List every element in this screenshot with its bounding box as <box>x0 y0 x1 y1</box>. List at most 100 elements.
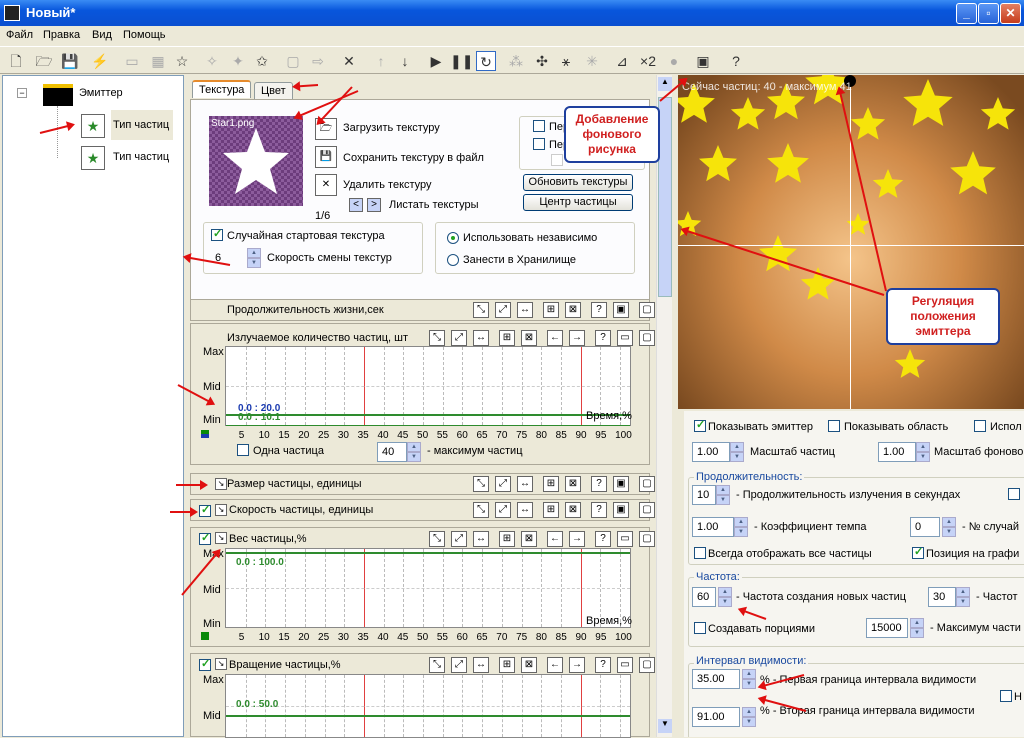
menu-help[interactable]: Помощь <box>123 29 166 41</box>
path-icon[interactable]: ✳ <box>582 51 602 71</box>
chart-icon[interactable]: ⊿ <box>612 51 632 71</box>
section-tool-icon[interactable]: ? <box>591 302 607 318</box>
section-tool-icon[interactable]: ⊞ <box>543 502 559 518</box>
emission-chart[interactable]: 0.0 : 20.0 0.0 : 10.1 Время,% <box>225 346 632 426</box>
scroll-down-icon[interactable]: ▼ <box>658 719 672 733</box>
particle-scale-input[interactable]: 1.00 <box>692 442 730 462</box>
section-tool-icon[interactable]: ⊠ <box>565 302 581 318</box>
section-tool-icon[interactable]: ⤡ <box>473 502 489 518</box>
expand-icon[interactable]: ↘ <box>215 504 227 516</box>
section-tool-icon[interactable]: ⤡ <box>429 330 445 346</box>
graph-position-checkbox[interactable] <box>912 545 924 559</box>
option-checkbox[interactable] <box>533 120 545 132</box>
menu-edit[interactable]: Правка <box>43 29 80 41</box>
bg-scale-spinner[interactable]: ▲ ▼ <box>916 442 930 462</box>
section-tool-icon[interactable]: ← <box>547 330 563 346</box>
minimize-button[interactable]: _ <box>956 3 977 24</box>
help-icon[interactable]: ? <box>726 51 746 71</box>
section-tool-icon[interactable]: ↔ <box>473 657 489 673</box>
frequency2-input[interactable]: 30 <box>928 587 956 607</box>
show-area-checkbox[interactable] <box>828 420 840 432</box>
maximize-button[interactable]: ▫ <box>978 3 999 24</box>
weight-enable-checkbox[interactable] <box>199 531 211 545</box>
section-tool-icon[interactable]: → <box>569 330 585 346</box>
visibility-first-input[interactable]: 35.00 <box>692 669 740 689</box>
frequency2-spinner[interactable]: ▲ ▼ <box>956 587 970 607</box>
add-particle-icon[interactable]: ✧ <box>202 51 222 71</box>
star-icon[interactable]: ☆ <box>172 51 192 71</box>
section-tool-icon[interactable]: ← <box>547 531 563 547</box>
section-tool-icon[interactable]: ⤡ <box>429 657 445 673</box>
tempo-input[interactable]: 1.00 <box>692 517 734 537</box>
frequency-spinner[interactable]: ▲ ▼ <box>718 587 732 607</box>
section-tool-icon[interactable]: ? <box>595 330 611 346</box>
show-emitter-checkbox[interactable] <box>694 418 706 432</box>
visibility-second-spinner[interactable]: ▲ ▼ <box>742 707 756 727</box>
copy-particle-icon[interactable]: ✦ <box>228 51 248 71</box>
rotation-enable-checkbox[interactable] <box>199 657 211 671</box>
preview-viewport[interactable]: Сейчас частиц: 40 - максимум 41 <box>678 75 1024 409</box>
next-texture-button[interactable]: > <box>367 198 381 212</box>
move-up-icon[interactable]: ↑ <box>371 51 391 71</box>
always-show-checkbox[interactable] <box>694 547 706 559</box>
section-tool-icon[interactable]: ▭ <box>617 531 633 547</box>
update-textures-button[interactable]: Обновить текстуры <box>523 174 633 191</box>
visibility-second-input[interactable]: 91.00 <box>692 707 740 727</box>
folder-icon[interactable]: ▢ <box>283 51 303 71</box>
section-tool-icon[interactable]: ⤡ <box>429 531 445 547</box>
tree-root-label[interactable]: Эмиттер <box>79 87 123 99</box>
radio-independent[interactable] <box>447 232 459 244</box>
section-tool-icon[interactable]: ⊞ <box>543 302 559 318</box>
frequency-input[interactable]: 60 <box>692 587 716 607</box>
scroll-thumb[interactable] <box>658 97 672 297</box>
section-tool-icon[interactable]: ⊞ <box>543 476 559 492</box>
speed-spinner[interactable]: ▲ ▼ <box>247 248 261 268</box>
section-tool-icon[interactable]: ▣ <box>613 302 629 318</box>
particle-center-button[interactable]: Центр частицы <box>523 194 633 211</box>
bg-scale-input[interactable]: 1.00 <box>878 442 916 462</box>
section-tool-icon[interactable]: ↔ <box>473 330 489 346</box>
max-particles-input[interactable]: 40 <box>377 442 407 462</box>
speed-enable-checkbox[interactable] <box>199 503 211 517</box>
connect-icon[interactable]: ⚹ <box>556 51 576 71</box>
section-tool-icon[interactable]: ⊠ <box>565 476 581 492</box>
particle-scale-spinner[interactable]: ▲ ▼ <box>730 442 744 462</box>
section-tool-icon[interactable]: ⊞ <box>499 657 515 673</box>
section-tool-icon[interactable]: ⊠ <box>521 531 537 547</box>
add-emitter-icon[interactable]: ▭ <box>122 51 142 71</box>
expand-icon[interactable]: ↘ <box>215 532 227 544</box>
section-tool-icon[interactable]: ? <box>591 502 607 518</box>
scrollbar[interactable]: ▲ ▼ <box>656 75 672 737</box>
section-tool-icon[interactable]: ▣ <box>613 502 629 518</box>
play-icon[interactable]: ▶ <box>426 51 446 71</box>
visibility-first-spinner[interactable]: ▲ ▼ <box>742 669 756 689</box>
menu-view[interactable]: Вид <box>92 29 112 41</box>
section-tool-icon[interactable]: ▭ <box>617 330 633 346</box>
tempo-spinner[interactable]: ▲ ▼ <box>734 517 748 537</box>
x2-icon[interactable]: ×2 <box>636 51 660 71</box>
section-tool-icon[interactable]: ⊞ <box>499 330 515 346</box>
random-spinner[interactable]: ▲ ▼ <box>942 517 956 537</box>
option-checkbox[interactable] <box>533 138 545 150</box>
loop-icon[interactable]: ↻ <box>476 51 496 71</box>
move-down-icon[interactable]: ↓ <box>395 51 415 71</box>
save-texture-button[interactable]: 💾 <box>315 146 337 168</box>
section-tool-icon[interactable]: ← <box>547 657 563 673</box>
tab-color[interactable]: Цвет <box>254 82 293 99</box>
visibility-extra-checkbox[interactable] <box>1000 690 1012 702</box>
tree-item[interactable]: Тип частиц <box>113 151 169 163</box>
menu-file[interactable]: Файл <box>6 29 33 41</box>
section-tool-icon[interactable]: ▭ <box>617 657 633 673</box>
section-tool-icon[interactable]: ? <box>591 476 607 492</box>
circle-icon[interactable]: ● <box>664 51 684 71</box>
portions-spinner[interactable]: ▲ ▼ <box>910 618 924 638</box>
section-tool-icon[interactable]: ▢ <box>639 502 655 518</box>
delete-icon[interactable]: ✕ <box>339 51 359 71</box>
section-tool-icon[interactable]: ▢ <box>639 330 655 346</box>
section-tool-icon[interactable]: ▣ <box>613 476 629 492</box>
section-tool-icon[interactable]: ? <box>595 657 611 673</box>
portions-input[interactable]: 15000 <box>866 618 908 638</box>
tab-texture[interactable]: Текстура <box>192 80 252 98</box>
section-tool-icon[interactable]: ↔ <box>517 302 533 318</box>
prev-texture-button[interactable]: < <box>349 198 363 212</box>
